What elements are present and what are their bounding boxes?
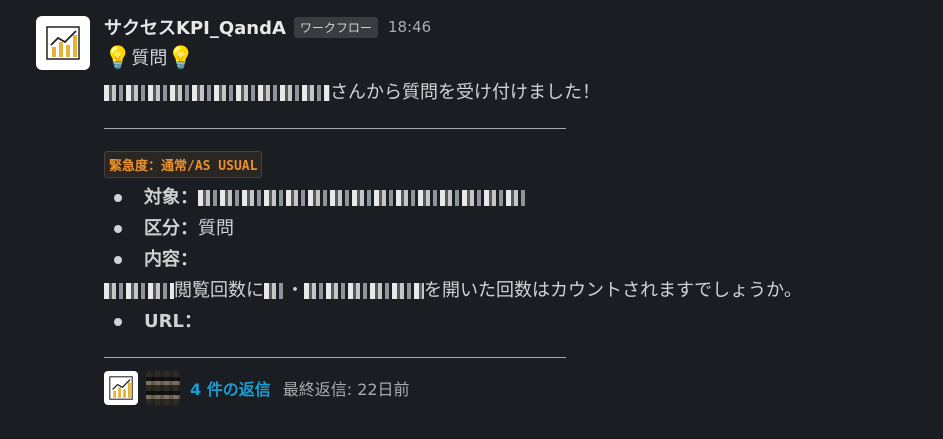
field-label: 対象： [144,187,198,208]
title-text: 質問 [131,48,168,69]
app-name[interactable]: サクセスKPI_QandA [104,14,286,40]
bullet-icon [114,255,122,264]
redacted-text [104,282,174,299]
bullet-icon [114,317,122,326]
field-label: URL： [144,311,202,332]
bullet-icon [114,224,122,233]
bar-chart-icon [46,26,80,60]
field-url: URL： [104,306,923,337]
lightbulb-icon: 💡 [104,46,132,71]
app-avatar[interactable] [36,16,90,70]
bullet-icon [114,193,122,202]
urgency-badge: 緊急度：通常/AS USUAL [104,151,263,178]
field-label: 区分： [144,218,198,239]
workflow-badge: ワークフロー [293,16,378,38]
reply-count-link[interactable]: 4 件の返信 [190,376,271,400]
redacted-target-value [198,189,528,206]
thread-app-avatar[interactable] [104,371,138,405]
field-value: 質問 [198,218,234,239]
last-reply-time: 最終返信: 22日前 [282,380,410,399]
question-body: 閲覧回数に ・ を開いた回数はカウントされますでしょうか。 [104,275,923,306]
message-title: 💡 質問 💡 [104,46,923,72]
message-header: サクセスKPI_QandA ワークフロー 18:46 [104,12,923,42]
divider [104,357,566,358]
divider [104,128,566,129]
lightbulb-icon: 💡 [167,46,195,71]
message-content: サクセスKPI_QandA ワークフロー 18:46 💡 質問 💡 さんから質問… [104,12,923,406]
redacted-user-name [104,85,330,101]
bar-chart-icon [109,376,133,400]
intro-text: さんから質問を受け付けました！ [330,82,600,103]
question-fields-url: URL： [104,306,923,337]
redacted-text [264,282,286,299]
message: サクセスKPI_QandA ワークフロー 18:46 💡 質問 💡 さんから質問… [0,0,943,439]
user-avatar[interactable] [146,371,180,405]
body-text: を開いた回数はカウントされますでしょうか。 [424,280,802,301]
intro-line: さんから質問を受け付けました！ [104,80,923,106]
body-text: ・ [286,280,304,301]
question-fields: 対象： 区分： 質問 内容： [104,182,923,275]
body-text: 閲覧回数に [174,280,264,301]
field-content: 内容： [104,244,923,275]
thread-summary[interactable]: 4 件の返信 最終返信: 22日前 [104,370,923,406]
timestamp[interactable]: 18:46 [388,18,431,36]
field-target: 対象： [104,182,923,213]
field-category: 区分： 質問 [104,213,923,244]
field-label: 内容： [144,249,198,270]
redacted-text [304,282,424,299]
